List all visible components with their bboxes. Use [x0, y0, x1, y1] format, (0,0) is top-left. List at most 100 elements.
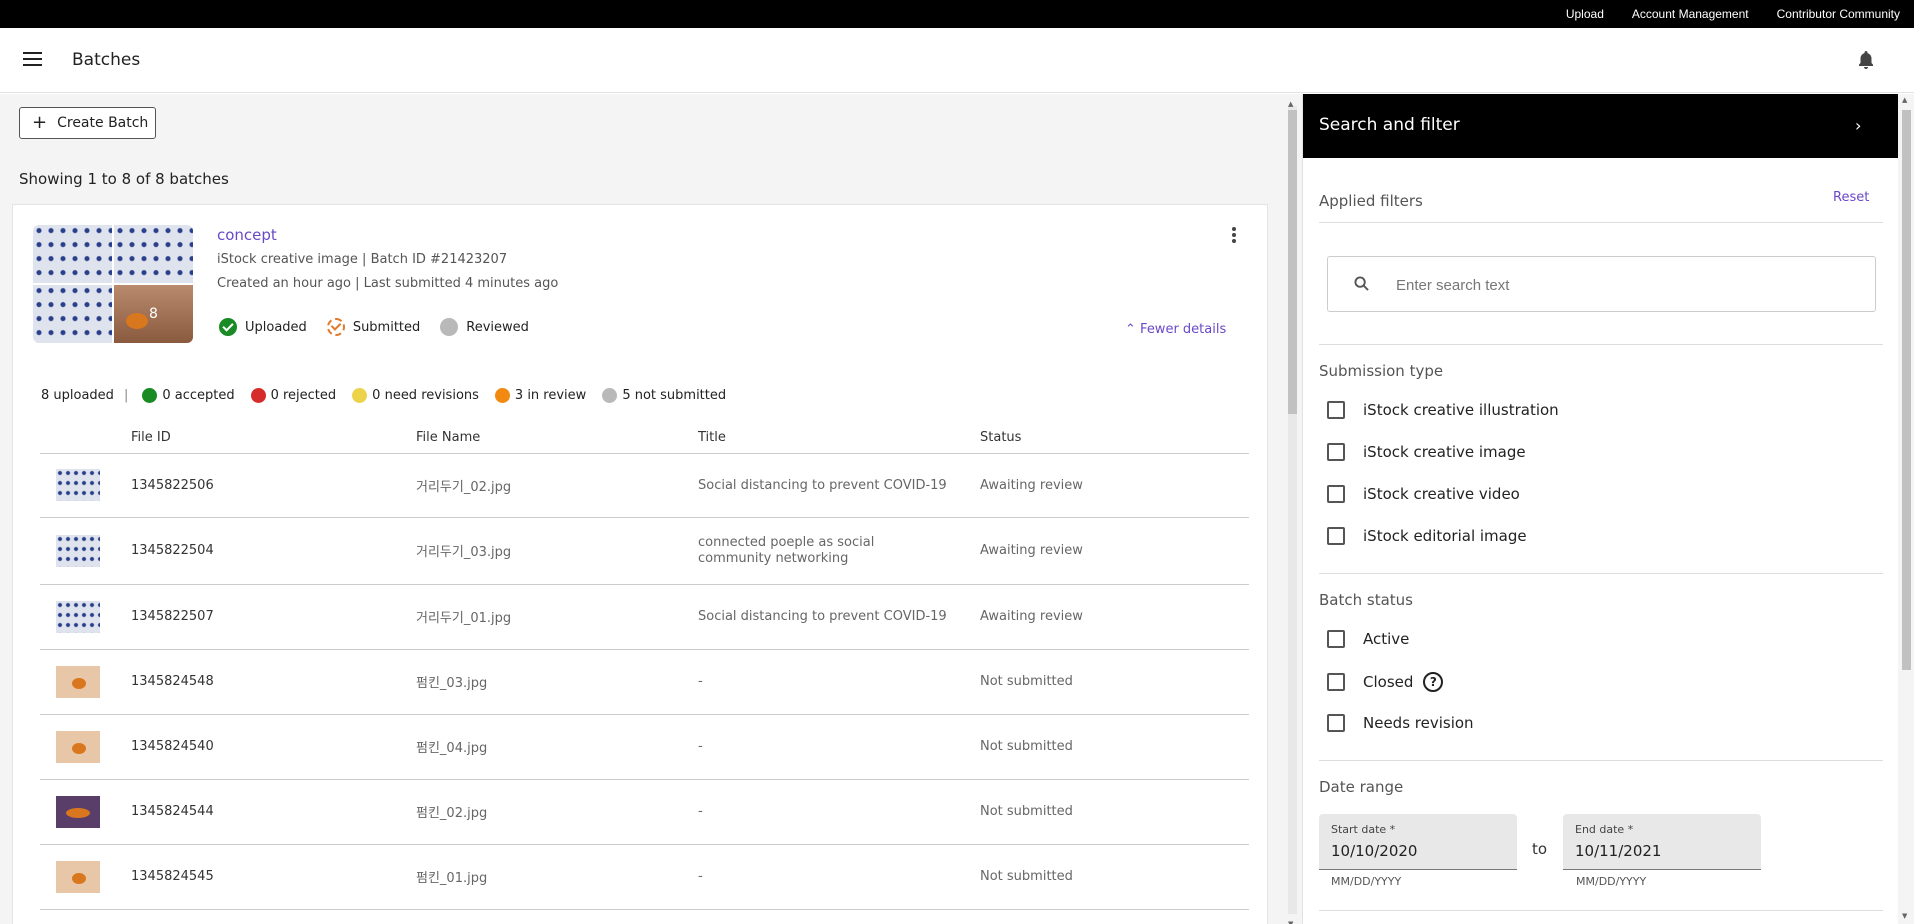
- thumb-column-header: [40, 423, 131, 454]
- summary-separator: |: [123, 388, 129, 403]
- checkbox-label: iStock editorial image: [1363, 527, 1527, 545]
- table-row[interactable]: 1345822507 거리두기_01.jpg Social distancing…: [40, 584, 1249, 650]
- file-name-cell: 거리두기_03.jpg: [416, 517, 698, 585]
- title-cell: -: [698, 779, 980, 845]
- upload-link[interactable]: Upload: [1566, 7, 1604, 21]
- file-id-cell: 1345822504: [131, 517, 416, 585]
- batch-name-link[interactable]: concept: [217, 226, 277, 244]
- row-thumb-cell: [40, 584, 131, 650]
- pending-circle-icon: [440, 318, 459, 336]
- start-date-hint: MM/DD/YYYY: [1331, 875, 1402, 888]
- file-name-cell: 펌킨_04.jpg: [416, 714, 698, 780]
- file-id-cell: 1345824544: [131, 779, 416, 845]
- checkbox[interactable]: [1327, 714, 1345, 732]
- top-nav-links: Upload Account Management Contributor Co…: [1566, 0, 1900, 28]
- file-name-cell: 펌킨_01.jpg: [416, 844, 698, 910]
- chevron-right-icon[interactable]: ›: [1855, 116, 1861, 135]
- search-input[interactable]: [1396, 272, 1856, 298]
- create-batch-button[interactable]: + Create Batch: [19, 107, 156, 139]
- not-submitted-count: 5 not submitted: [602, 388, 726, 403]
- rejected-count: 0 rejected: [250, 388, 337, 403]
- start-date-label: Start date *: [1331, 823, 1396, 836]
- file-name-cell: 거리두기_01.jpg: [416, 584, 698, 650]
- step-reviewed-label: Reviewed: [466, 319, 529, 335]
- thumb-count-label: 8: [149, 306, 158, 322]
- help-icon[interactable]: ?: [1423, 672, 1444, 692]
- status-cell: Not submitted: [980, 844, 1249, 910]
- row-thumb-cell: [40, 517, 131, 585]
- start-date-value[interactable]: 10/10/2020: [1331, 842, 1417, 860]
- scrollbar-thumb[interactable]: [1288, 110, 1297, 414]
- checkbox[interactable]: [1327, 401, 1345, 419]
- table-row[interactable]: 1345824544 펌킨_02.jpg - Not submitted: [40, 779, 1249, 845]
- file-name-cell: 거리두기_02.jpg: [416, 453, 698, 518]
- checkbox[interactable]: [1327, 485, 1345, 503]
- file-id-cell: 1345824540: [131, 714, 416, 780]
- file-thumbnail[interactable]: [56, 600, 100, 633]
- step-uploaded-label: Uploaded: [245, 319, 307, 335]
- table-row[interactable]: 1345824545 펌킨_01.jpg - Not submitted: [40, 844, 1249, 910]
- table-row[interactable]: 1345822506 거리두기_02.jpg Social distancing…: [40, 453, 1249, 518]
- page-title: Batches: [72, 50, 141, 70]
- contributor-community-link[interactable]: Contributor Community: [1777, 7, 1900, 21]
- menu-icon[interactable]: [23, 52, 42, 66]
- batch-thumbnails[interactable]: 8: [33, 225, 193, 343]
- file-id-cell: 1345822507: [131, 584, 416, 650]
- file-thumbnail[interactable]: [56, 730, 100, 763]
- scroll-up-icon[interactable]: ▲: [1288, 100, 1293, 108]
- table-row[interactable]: 1345824540 펌킨_04.jpg - Not submitted: [40, 714, 1249, 780]
- status-dot-icon: [142, 388, 158, 403]
- search-box[interactable]: [1327, 256, 1876, 312]
- fewer-details-label: Fewer details: [1140, 322, 1227, 337]
- file-name-cell: 펌킨_02.jpg: [416, 779, 698, 845]
- checkbox[interactable]: [1327, 443, 1345, 461]
- file-thumbnail[interactable]: [56, 469, 100, 501]
- status-cell: Not submitted: [980, 649, 1249, 715]
- filter-creative-image[interactable]: iStock creative image: [1327, 443, 1526, 461]
- start-date-field[interactable]: Start date * 10/10/2020: [1319, 814, 1517, 870]
- results-count: Showing 1 to 8 of 8 batches: [19, 170, 229, 188]
- panel-scrollbar[interactable]: ▲ ▼: [1898, 94, 1914, 924]
- filter-closed[interactable]: Closed?: [1327, 672, 1444, 692]
- end-date-value[interactable]: 10/11/2021: [1575, 842, 1661, 860]
- scroll-up-icon[interactable]: ▲: [1902, 96, 1907, 104]
- batch-card: 8 concept iStock creative image | Batch …: [12, 204, 1268, 924]
- file-thumbnail[interactable]: [56, 534, 100, 567]
- fewer-details-toggle[interactable]: ⌃ Fewer details: [1125, 322, 1226, 337]
- accepted-count: 0 accepted: [142, 388, 235, 403]
- in-review-label: 3 in review: [514, 388, 587, 403]
- table-row[interactable]: 1345822504 거리두기_03.jpg connected poeple …: [40, 517, 1249, 585]
- end-date-hint: MM/DD/YYYY: [1576, 875, 1647, 888]
- checkbox-label: Needs revision: [1363, 714, 1474, 732]
- account-management-link[interactable]: Account Management: [1632, 7, 1749, 21]
- title-cell: -: [698, 714, 980, 780]
- filter-creative-illustration[interactable]: iStock creative illustration: [1327, 401, 1559, 419]
- file-thumbnail[interactable]: [56, 665, 100, 698]
- main-scrollbar[interactable]: ▲ ▼: [1286, 100, 1298, 924]
- filter-creative-video[interactable]: iStock creative video: [1327, 485, 1520, 503]
- scroll-down-icon[interactable]: ▼: [1902, 912, 1907, 920]
- file-thumbnail[interactable]: [56, 860, 100, 893]
- bell-icon[interactable]: [1857, 50, 1875, 70]
- filter-editorial-image[interactable]: iStock editorial image: [1327, 527, 1527, 545]
- reset-link[interactable]: Reset: [1833, 190, 1869, 205]
- filter-needs-revision[interactable]: Needs revision: [1327, 714, 1474, 732]
- row-thumb-cell: [40, 649, 131, 715]
- checkbox-label: iStock creative image: [1363, 443, 1526, 461]
- rejected-label: 0 rejected: [270, 388, 337, 403]
- checkbox[interactable]: [1327, 673, 1345, 691]
- checkbox[interactable]: [1327, 630, 1345, 648]
- end-date-field[interactable]: End date * 10/11/2021: [1563, 814, 1761, 870]
- file-thumbnail[interactable]: [56, 795, 100, 828]
- check-circle-icon: [219, 318, 237, 336]
- batch-progress-steps: Uploaded Submitted Reviewed: [219, 318, 529, 336]
- scrollbar-thumb[interactable]: [1902, 110, 1911, 670]
- scroll-down-icon[interactable]: ▼: [1288, 920, 1293, 924]
- accepted-label: 0 accepted: [162, 388, 235, 403]
- checkbox[interactable]: [1327, 527, 1345, 545]
- filter-active[interactable]: Active: [1327, 630, 1409, 648]
- files-table: File ID File Name Title Status 134582250…: [40, 423, 1249, 910]
- table-row[interactable]: 1345824548 펌킨_03.jpg - Not submitted: [40, 649, 1249, 715]
- title-column-header: Title: [698, 423, 980, 454]
- more-options-icon[interactable]: [1231, 227, 1237, 245]
